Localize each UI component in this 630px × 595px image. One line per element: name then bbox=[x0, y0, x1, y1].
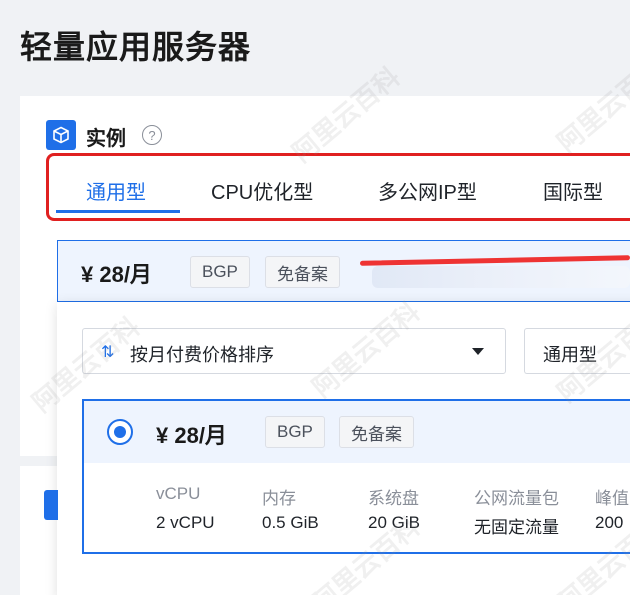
cube-icon-partial bbox=[44, 490, 58, 520]
tab-cpu-optimized[interactable]: CPU优化型 bbox=[211, 176, 313, 205]
spec-label: 内存 bbox=[262, 489, 296, 508]
summary-tag-no-filing: 免备案 bbox=[265, 256, 340, 288]
sort-arrows-icon: ⇅ bbox=[101, 344, 115, 361]
spec-value: 200 bbox=[595, 513, 624, 532]
spec-value: 0.5 GiB bbox=[262, 513, 319, 532]
redacted-area bbox=[372, 266, 630, 288]
plan-radio-selected[interactable] bbox=[107, 419, 133, 445]
option-tag-no-filing: 免备案 bbox=[339, 416, 414, 448]
tab-general[interactable]: 通用型 bbox=[86, 176, 146, 205]
chevron-down-icon bbox=[472, 348, 484, 355]
spec-value: 20 GiB bbox=[368, 513, 420, 532]
summary-tag-bgp: BGP bbox=[190, 256, 250, 288]
tab-international[interactable]: 国际型 bbox=[543, 176, 603, 205]
type-filter-value: 通用型 bbox=[543, 345, 597, 365]
spec-label: vCPU bbox=[156, 484, 201, 503]
sort-select-label: 按月付费价格排序 bbox=[130, 345, 274, 365]
active-tab-indicator bbox=[56, 210, 180, 213]
spec-value: 无固定流量 bbox=[474, 518, 559, 537]
tab-multi-ip[interactable]: 多公网IP型 bbox=[378, 176, 477, 205]
summary-price: ¥ 28/月 bbox=[81, 262, 152, 287]
page-title: 轻量应用服务器 bbox=[20, 29, 252, 65]
option-tag-bgp: BGP bbox=[265, 416, 325, 448]
instance-section-label: 实例 bbox=[86, 128, 126, 150]
spec-label: 峰值 bbox=[595, 489, 629, 508]
spec-label: 公网流量包 bbox=[474, 489, 559, 508]
option-price: ¥ 28/月 bbox=[156, 423, 227, 448]
cube-icon bbox=[46, 120, 76, 150]
spec-label: 系统盘 bbox=[368, 489, 419, 508]
spec-value: 2 vCPU bbox=[156, 513, 215, 532]
help-icon[interactable]: ? bbox=[142, 125, 162, 145]
